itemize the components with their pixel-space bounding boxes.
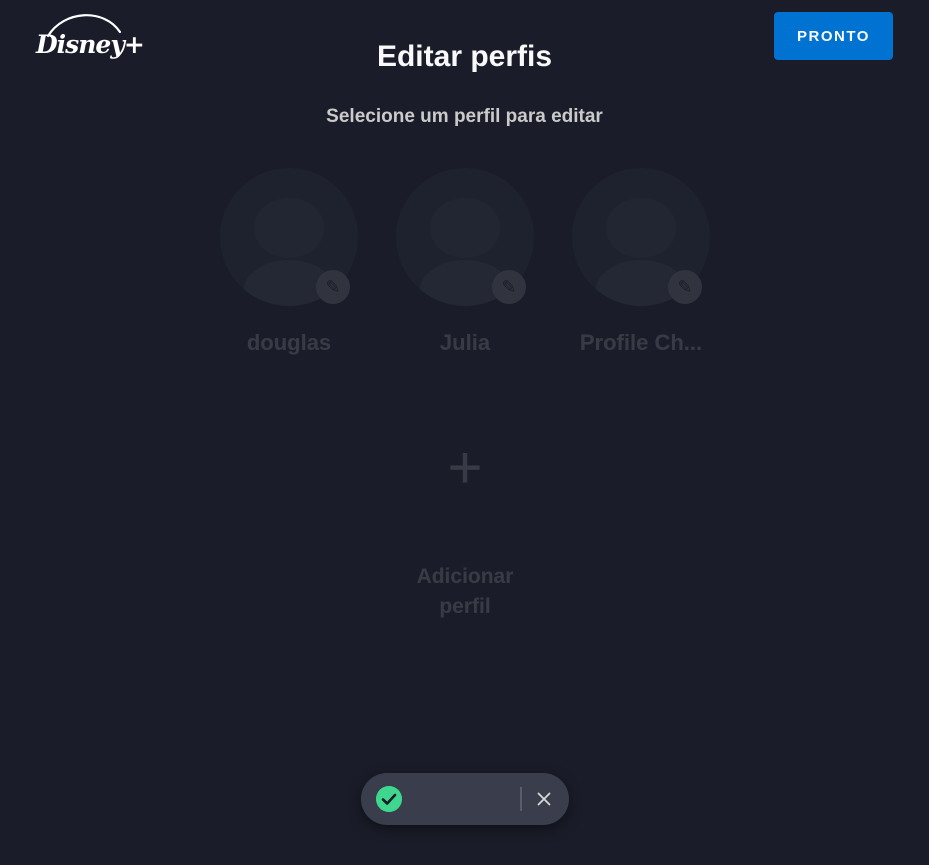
success-toast xyxy=(361,773,569,825)
plus-icon: + xyxy=(447,434,483,501)
profile-tile-douglas[interactable]: ✎ douglas xyxy=(214,168,364,368)
avatar-face xyxy=(254,198,324,258)
avatar-face xyxy=(606,198,676,258)
close-icon[interactable] xyxy=(531,786,557,812)
add-profile-button[interactable]: + Adicionar perfil xyxy=(390,430,540,630)
profile-name: Profile Ch... xyxy=(579,330,703,355)
page-subtitle: Selecione um perfil para editar xyxy=(326,106,603,127)
pencil-icon: ✎ xyxy=(668,270,702,304)
profile-name: douglas xyxy=(246,330,332,355)
pencil-icon: ✎ xyxy=(492,270,526,304)
avatar-face xyxy=(430,198,500,258)
add-profile-label: Adicionar perfil xyxy=(416,565,514,618)
toast-divider xyxy=(520,787,522,811)
check-circle-icon xyxy=(376,786,402,812)
profile-name: Julia xyxy=(439,330,491,355)
page-title: Editar perfis xyxy=(376,40,553,73)
profile-tile-julia[interactable]: ✎ Julia xyxy=(390,168,540,368)
profile-tile-profile-ch[interactable]: ✎ Profile Ch... xyxy=(566,168,716,368)
edit-profiles-page: Disney+ PRONTO Editar perfis Selecione u… xyxy=(0,0,929,865)
pencil-icon: ✎ xyxy=(316,270,350,304)
